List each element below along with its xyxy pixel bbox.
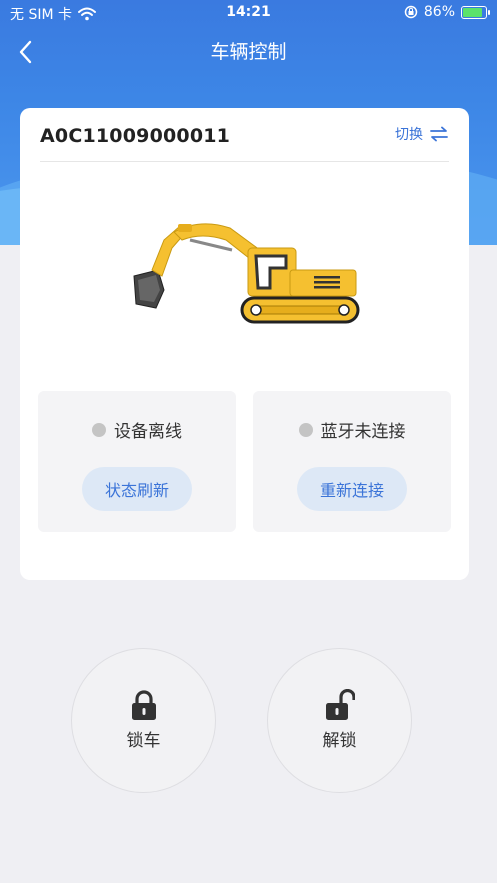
status-bar-right: 86% — [404, 4, 490, 20]
battery-icon — [461, 5, 490, 19]
page-title: 车辆控制 — [210, 41, 287, 63]
reconnect-button[interactable]: 重新连接 — [297, 467, 407, 511]
switch-label: 切换 — [395, 127, 423, 143]
device-status: 设备离线 — [38, 417, 236, 442]
unlock-vehicle-button[interactable]: 解锁 — [267, 648, 412, 793]
bluetooth-status: 蓝牙未连接 — [253, 417, 451, 442]
lock-icon — [131, 690, 156, 720]
device-status-text: 设备离线 — [114, 422, 182, 442]
device-status-panel: 设备离线 状态刷新 — [38, 391, 236, 532]
unlock-icon — [325, 689, 355, 720]
bluetooth-status-panel: 蓝牙未连接 重新连接 — [253, 391, 451, 532]
vehicle-control-screen: 无 SIM 卡 14:21 86% 车辆控制 A0C11009000011 切换… — [0, 0, 497, 883]
device-id: A0C11009000011 — [40, 125, 231, 147]
swap-arrows-icon — [430, 126, 448, 142]
bluetooth-status-text: 蓝牙未连接 — [320, 422, 406, 442]
rotation-lock-icon — [404, 5, 418, 19]
lock-vehicle-button[interactable]: 锁车 — [71, 648, 216, 793]
battery-percent: 86% — [423, 4, 455, 20]
bluetooth-dot-icon — [298, 422, 313, 437]
unlock-label: 解锁 — [322, 731, 357, 751]
battery-fill — [463, 7, 482, 17]
lock-label: 锁车 — [126, 731, 161, 751]
excavator-image — [133, 223, 360, 324]
switch-device-button[interactable]: 切换 — [395, 124, 449, 144]
offline-dot-icon — [92, 422, 106, 437]
refresh-status-button[interactable]: 状态刷新 — [82, 467, 192, 511]
nav-bar: 车辆控制 — [0, 26, 497, 76]
card-divider — [40, 161, 449, 162]
status-bar: 无 SIM 卡 14:21 86% — [0, 0, 497, 26]
vehicle-card: A0C11009000011 切换 设备离线 状态刷新 蓝牙未连接 重新连接 — [20, 108, 469, 580]
